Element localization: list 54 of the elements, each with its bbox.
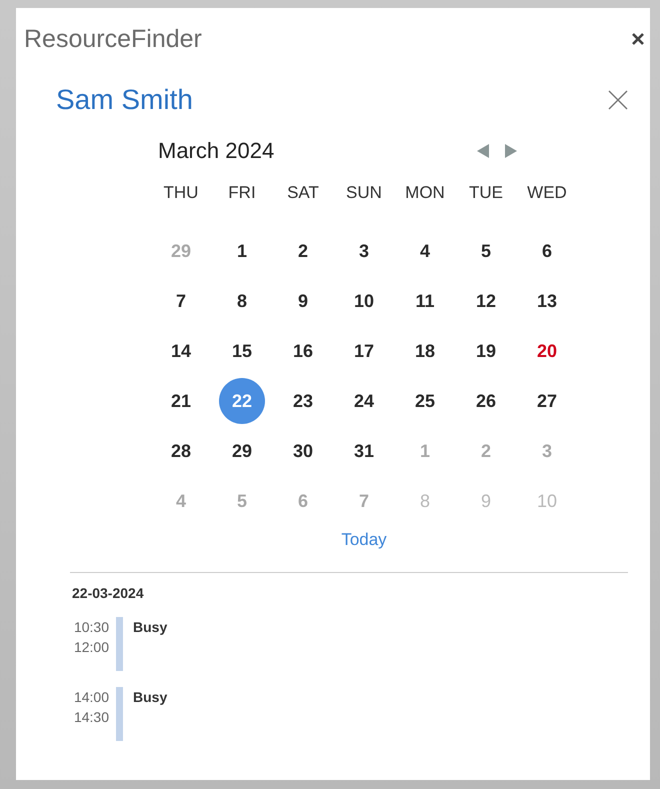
calendar-day[interactable]: 14 [158, 328, 204, 374]
calendar-day[interactable]: 12 [463, 278, 509, 324]
calendar-day[interactable]: 15 [219, 328, 265, 374]
calendar-day[interactable]: 18 [402, 328, 448, 374]
end-time: 14:30 [72, 708, 109, 727]
calendar-day[interactable]: 3 [341, 228, 387, 274]
calendar-day[interactable]: 7 [158, 278, 204, 324]
calendar-day[interactable]: 26 [463, 378, 509, 424]
calendar-day[interactable]: 9 [280, 278, 326, 324]
start-time: 10:30 [72, 618, 109, 637]
calendar-day[interactable]: 10 [341, 278, 387, 324]
event-title: Busy [133, 689, 168, 707]
window-title: ResourceFinder [24, 24, 202, 54]
calendar-day[interactable]: 13 [524, 278, 570, 324]
close-icon[interactable] [632, 33, 644, 45]
today-link[interactable]: Today [341, 530, 387, 550]
month-title: March 2024 [158, 138, 274, 164]
event-title: Busy [133, 619, 168, 637]
calendar-day[interactable]: 27 [524, 378, 570, 424]
person-name: Sam Smith [56, 84, 193, 116]
calendar-day[interactable]: 1 [219, 228, 265, 274]
weekday-label: MON [405, 182, 445, 204]
calendar-day[interactable]: 4 [402, 228, 448, 274]
weekday-label: FRI [228, 182, 256, 204]
weekday-label: TUE [469, 182, 503, 204]
weekday-label: THU [164, 182, 198, 204]
calendar-day[interactable]: 25 [402, 378, 448, 424]
agenda-date: 22-03-2024 [72, 585, 145, 601]
end-time: 12:00 [72, 638, 109, 657]
weekday-label: SAT [287, 182, 319, 204]
close-icon[interactable] [608, 90, 628, 110]
calendar-day[interactable]: 5 [463, 228, 509, 274]
calendar-day[interactable]: 20 [524, 328, 570, 374]
calendar-day[interactable]: 30 [280, 428, 326, 474]
weekday-label: WED [527, 182, 567, 204]
calendar-day[interactable]: 17 [341, 328, 387, 374]
start-time: 14:00 [72, 688, 109, 707]
event-bar [116, 617, 123, 671]
calendar-day[interactable]: 29 [219, 428, 265, 474]
previous-month-icon[interactable] [476, 143, 490, 159]
calendar-day[interactable]: 11 [402, 278, 448, 324]
calendar-day[interactable]: 19 [463, 328, 509, 374]
calendar-day[interactable]: 31 [341, 428, 387, 474]
next-month-icon[interactable] [504, 143, 518, 159]
calendar-day[interactable]: 24 [341, 378, 387, 424]
weekday-label: SUN [346, 182, 382, 204]
event-bar [116, 687, 123, 741]
calendar-day[interactable]: 8 [219, 278, 265, 324]
calendar-day[interactable]: 6 [524, 228, 570, 274]
calendar-day[interactable]: 23 [280, 378, 326, 424]
calendar-day[interactable]: 2 [280, 228, 326, 274]
calendar-day[interactable]: 16 [280, 328, 326, 374]
calendar-day[interactable]: 28 [158, 428, 204, 474]
calendar-day[interactable]: 21 [158, 378, 204, 424]
